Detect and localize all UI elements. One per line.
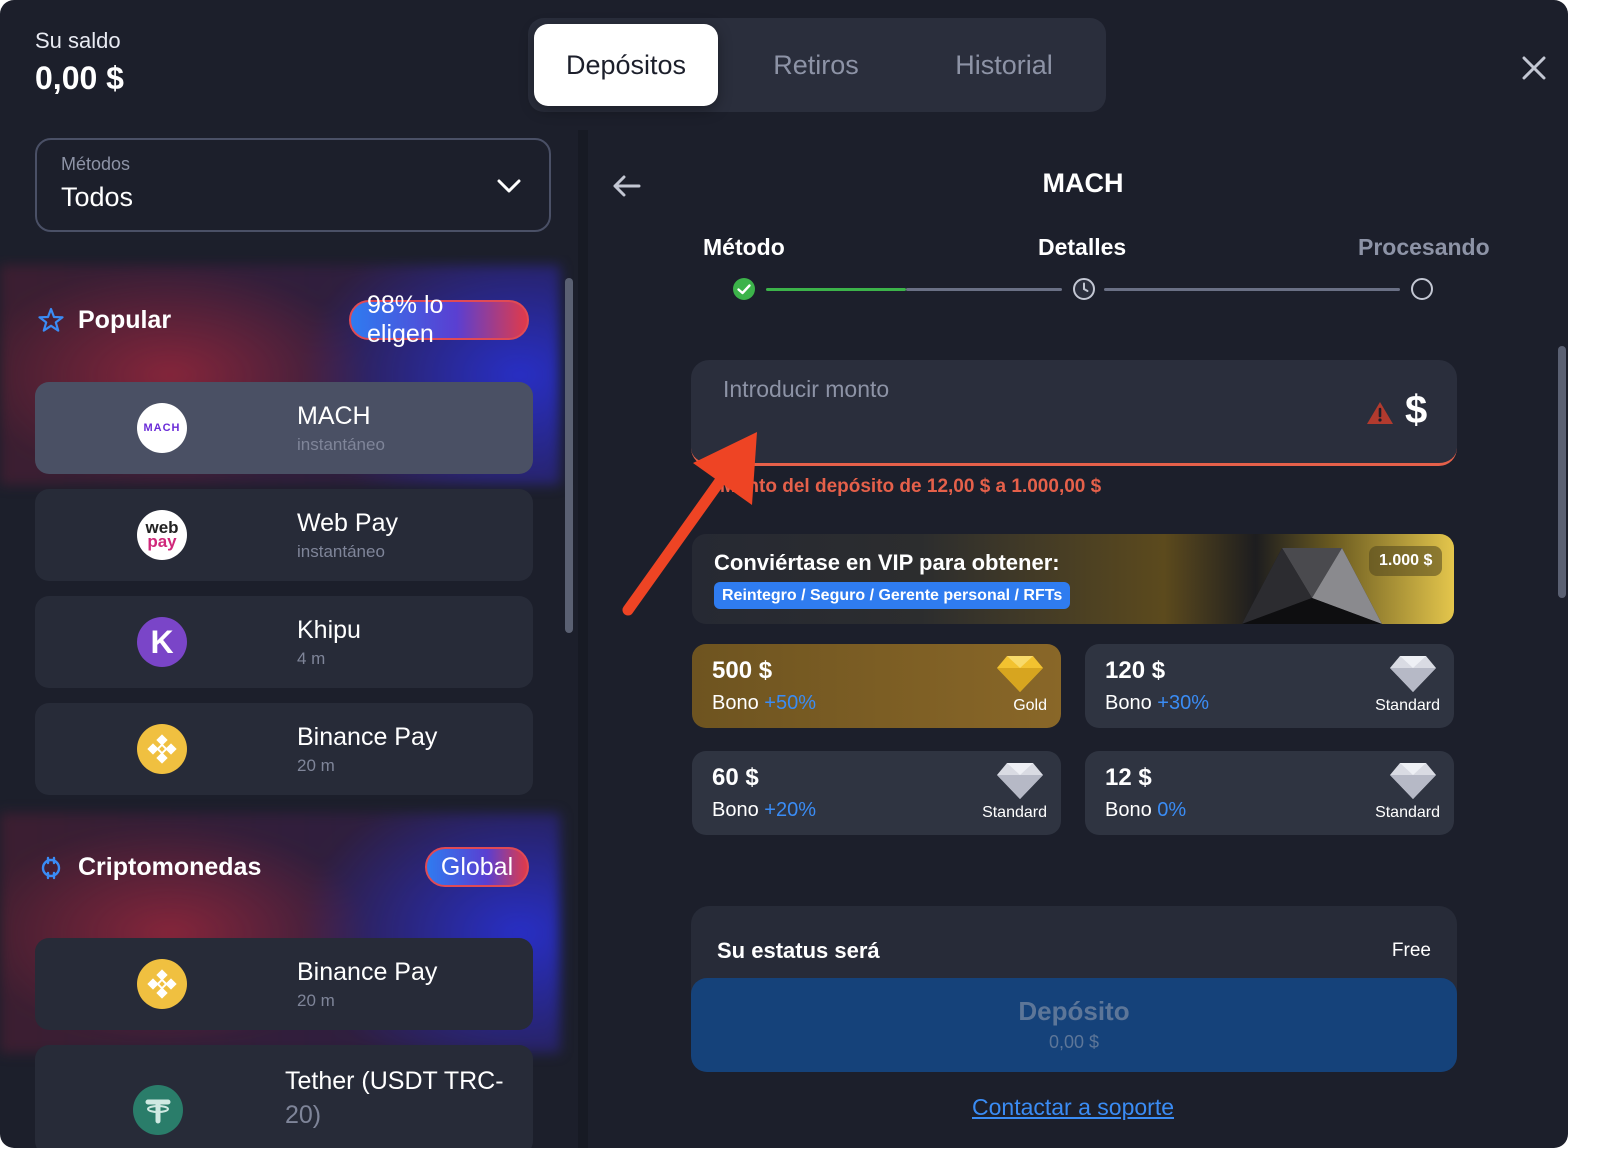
preset-tier: Gold (1013, 697, 1047, 714)
step-label-detalles: Detalles (1038, 234, 1127, 260)
support-link[interactable]: Contactar a soporte (972, 1094, 1174, 1121)
warning-icon (1367, 402, 1393, 424)
deposit-modal: Su saldo 0,00 $ Depósitos Retiros Histor… (0, 0, 1568, 1148)
preset-amount: 120 $ (1105, 657, 1166, 684)
preset-bonus: Bono 0% (1105, 799, 1187, 821)
methods-list[interactable]: Popular 98% lo eligen MACH MACH instantá… (0, 255, 580, 1148)
preset-60[interactable]: 60 $ Bono +20% Standard (692, 751, 1061, 835)
step-label-metodo: Método (703, 234, 785, 260)
deposit-button-amount: 0,00 $ (1048, 1032, 1100, 1052)
tab-historial[interactable]: Historial (912, 24, 1096, 106)
method-name: Khipu (297, 616, 361, 644)
method-time: 20 m (297, 756, 335, 775)
balance-value: 0,00 $ (35, 60, 124, 96)
method-title: MACH (1042, 168, 1124, 198)
step-line (1104, 288, 1400, 291)
deposit-button[interactable]: Depósito 0,00 $ (691, 978, 1457, 1072)
status-label: Su estatus será (717, 938, 880, 963)
preset-bonus-pct: 0% (1157, 799, 1187, 821)
preset-bonus-pct: +30% (1157, 692, 1209, 714)
method-name: Tether (USDT TRC- (285, 1067, 504, 1095)
methods-dropdown-label: Métodos (61, 154, 131, 174)
diamond-icon (1390, 656, 1436, 692)
tab-bar: Depósitos Retiros Historial (528, 18, 1106, 112)
method-time: instantáneo (297, 542, 385, 561)
method-time: 4 m (297, 649, 326, 668)
method-item-mach[interactable]: MACH MACH instantáneo (35, 382, 533, 474)
deposit-button-label: Depósito (1018, 996, 1130, 1026)
gold-diamond-icon (997, 656, 1043, 692)
preset-amount: 500 $ (712, 657, 773, 684)
method-item-binance[interactable]: Binance Pay 20 m (35, 703, 533, 795)
check-icon (733, 278, 755, 300)
preset-amount: 60 $ (712, 764, 759, 791)
method-name-cont: 20) (285, 1101, 322, 1129)
vip-perks: Reintegro / Seguro / Gerente personal / … (714, 582, 1071, 609)
vip-title: Conviértase en VIP para obtener: (714, 550, 1060, 575)
khipu-logo: K (137, 617, 187, 667)
tab-retiros[interactable]: Retiros (724, 24, 908, 106)
methods-dropdown-value: Todos (61, 182, 134, 212)
amount-placeholder: Introducir monto (723, 376, 890, 402)
method-name: Web Pay (297, 509, 398, 537)
crypto-badge: Global (425, 847, 529, 887)
preset-bonus-pct: +50% (764, 692, 816, 714)
preset-500[interactable]: 500 $ Bono +50% Gold (692, 644, 1061, 728)
tab-depositos[interactable]: Depósitos (534, 24, 718, 106)
popular-badge: 98% lo eligen (349, 291, 529, 348)
method-time: 20 m (297, 991, 335, 1010)
method-time: instantáneo (297, 435, 385, 454)
preset-bonus: Bono +50% (712, 692, 816, 714)
preset-tier: Standard (1375, 804, 1440, 821)
close-icon[interactable] (1516, 50, 1552, 86)
mach-logo: MACH (137, 403, 187, 453)
diamond-icon (997, 763, 1043, 799)
preset-amount: 12 $ (1105, 764, 1152, 791)
balance-label: Su saldo (35, 28, 121, 53)
panel-divider (578, 130, 588, 1148)
back-arrow-icon[interactable] (609, 168, 645, 204)
amount-error: Monto del depósito de 12,00 $ a 1.000,00… (720, 476, 1102, 497)
diamond-icon (1390, 763, 1436, 799)
pending-step-icon (1411, 278, 1433, 300)
bitcoin-icon (41, 856, 61, 880)
webpay-logo: web pay (137, 510, 187, 560)
step-label-procesando: Procesando (1358, 234, 1490, 260)
section-title-popular: Popular (78, 306, 172, 334)
preset-12[interactable]: 12 $ Bono 0% Standard (1085, 751, 1454, 835)
preset-tier: Standard (1375, 697, 1440, 714)
methods-dropdown[interactable]: Métodos Todos (35, 138, 551, 232)
vip-amount: 1.000 $ (1369, 546, 1443, 576)
binance-logo (137, 959, 187, 1009)
method-item-binance-crypto[interactable]: Binance Pay 20 m (35, 938, 533, 1030)
right-scrollbar[interactable] (1558, 346, 1566, 598)
step-progress-line (766, 288, 906, 291)
method-name: MACH (297, 402, 371, 430)
preset-bonus: Bono +30% (1105, 692, 1209, 714)
method-item-tether[interactable]: Tether (USDT TRC- 20) (35, 1045, 533, 1148)
amount-input[interactable]: Introducir monto $ (691, 360, 1457, 466)
method-item-khipu[interactable]: K Khipu 4 m (35, 596, 533, 688)
tether-logo (133, 1085, 183, 1135)
preset-bonus: Bono +20% (712, 799, 816, 821)
chevron-down-icon (497, 179, 521, 193)
method-name: Binance Pay (297, 723, 438, 751)
star-icon (38, 307, 64, 332)
vip-banner[interactable]: Conviértase en VIP para obtener: Reinteg… (692, 534, 1454, 624)
method-item-webpay[interactable]: web pay Web Pay instantáneo (35, 489, 533, 581)
method-name: Binance Pay (297, 958, 438, 986)
section-title-crypto: Criptomonedas (78, 853, 262, 881)
preset-bonus-pct: +20% (764, 799, 816, 821)
clock-icon (1073, 278, 1095, 300)
status-value: Free (1391, 940, 1431, 961)
step-line (906, 288, 1062, 291)
preset-tier: Standard (982, 804, 1047, 821)
left-scrollbar[interactable] (565, 278, 573, 633)
binance-logo (137, 724, 187, 774)
currency-symbol: $ (1405, 388, 1428, 432)
preset-120[interactable]: 120 $ Bono +30% Standard (1085, 644, 1454, 728)
